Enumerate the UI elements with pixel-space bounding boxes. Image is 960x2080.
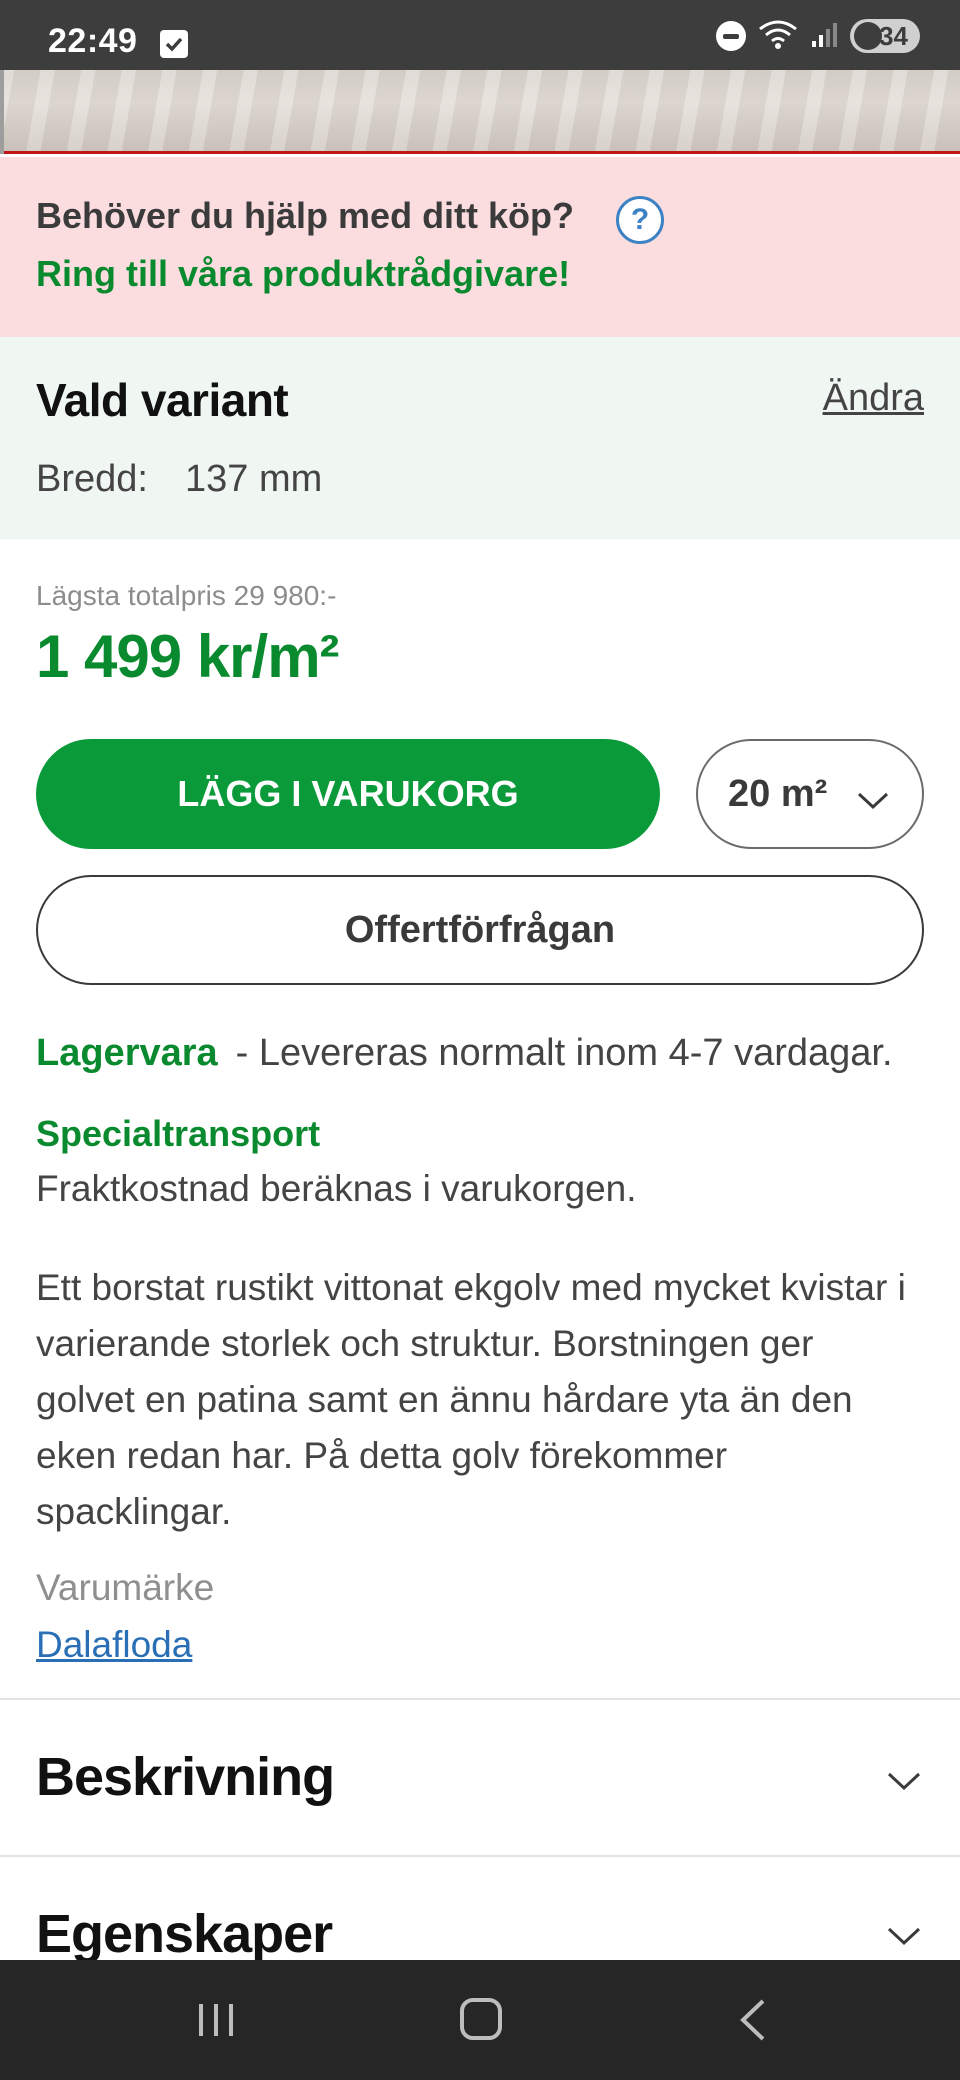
chevron-down-icon <box>886 1770 922 1797</box>
lowest-total-price: Lägsta totalpris 29 980:- <box>36 580 337 611</box>
product-image[interactable] <box>0 70 960 154</box>
shipping-note: Fraktkostnad beräknas i varukorgen. <box>36 1168 637 1209</box>
help-banner: Behöver du hjälp med ditt köp? ? Ring ti… <box>0 157 960 337</box>
quantity-select[interactable]: 20 m² <box>696 739 924 849</box>
brand-label: Varumärke <box>36 1567 215 1608</box>
selected-variant-panel: Vald variant Ändra Bredd: 137 mm <box>0 337 960 539</box>
variant-title: Vald variant <box>36 374 289 426</box>
divider <box>0 1855 960 1857</box>
battery-indicator: 34 <box>850 19 920 53</box>
delivery-time: - Levereras normalt inom 4-7 vardagar. <box>235 1032 893 1074</box>
product-description: Ett borstat rustikt vittonat ekgolv med … <box>36 1267 906 1532</box>
change-variant-link[interactable]: Ändra <box>823 377 924 420</box>
accordion-title: Egenskaper <box>36 1904 333 1964</box>
call-advisors-link[interactable]: Ring till våra produktrådgivare! <box>36 253 570 295</box>
help-info-icon[interactable]: ? <box>616 196 664 244</box>
unit-price: 1 499 kr/m² <box>36 623 340 690</box>
variant-attribute-label: Bredd: <box>36 458 148 500</box>
divider <box>0 1698 960 1700</box>
back-icon[interactable] <box>738 1998 768 2047</box>
signal-icon <box>810 19 840 54</box>
stock-info: Lagervara - Levereras normalt inom 4-7 va… <box>36 1032 893 1075</box>
shipping-type: Specialtransport <box>36 1113 321 1154</box>
checkbox-notification-icon <box>160 30 188 58</box>
image-edge <box>0 70 4 154</box>
help-question: Behöver du hjälp med ditt köp? <box>36 195 575 236</box>
status-time: 22:49 <box>48 22 138 60</box>
power-saving-icon <box>854 22 882 50</box>
quote-request-button[interactable]: Offertförfrågan <box>36 875 924 985</box>
quantity-value: 20 m² <box>728 772 828 815</box>
home-icon[interactable] <box>460 1998 502 2040</box>
variant-attribute-value: 137 mm <box>185 458 323 500</box>
do-not-disturb-icon <box>716 21 746 51</box>
chevron-down-icon <box>886 1925 922 1952</box>
status-bar: 22:49 34 <box>0 0 960 70</box>
wood-texture <box>0 70 960 151</box>
recent-apps-icon[interactable] <box>196 2000 236 2045</box>
accordion-title: Beskrivning <box>36 1747 335 1807</box>
wifi-icon <box>756 17 800 56</box>
add-to-cart-button[interactable]: LÄGG I VARUKORG <box>36 739 660 849</box>
stock-status: Lagervara <box>36 1032 218 1074</box>
battery-level: 34 <box>879 20 908 51</box>
brand-link[interactable]: Dalafloda <box>36 1624 192 1666</box>
chevron-down-icon <box>856 779 890 822</box>
system-navigation-bar <box>0 1960 960 2080</box>
